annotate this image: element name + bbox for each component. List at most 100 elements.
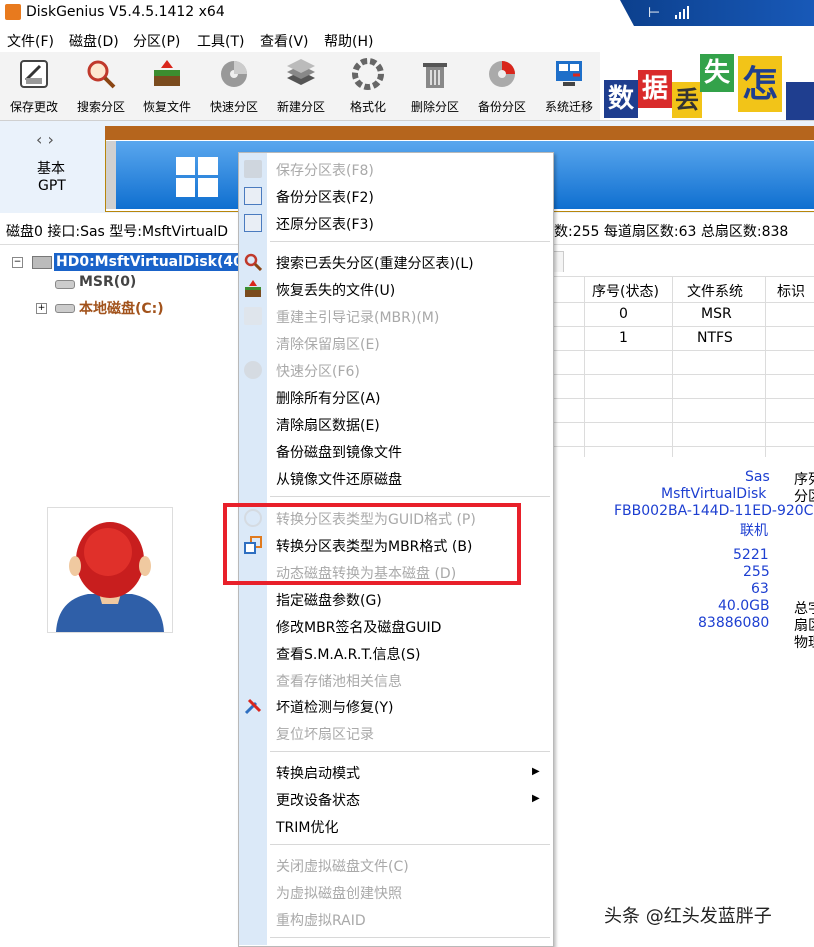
banner-shape: [786, 82, 814, 120]
save-changes-button[interactable]: 保存更改: [1, 52, 67, 118]
menu-item-save-partition-table[interactable]: 保存分区表(F8): [276, 160, 374, 180]
menu-item-search-lost-partitions[interactable]: 搜索已丢失分区(重建分区表)(L): [276, 253, 474, 273]
menu-item-restore-disk-from-image[interactable]: 从镜像文件还原磁盘: [276, 469, 402, 489]
recover-files-button[interactable]: 恢复文件: [134, 52, 200, 118]
detail-total-sectors: 83886080: [698, 615, 770, 631]
delete-partition-button[interactable]: 删除分区: [402, 52, 468, 118]
menu-separator: [270, 844, 550, 845]
menu-item-recover-lost-files[interactable]: 恢复丢失的文件(U): [276, 280, 395, 300]
disk-nav-arrows-icon[interactable]: ‹ ›: [36, 130, 54, 149]
menu-item-restore-partition-table[interactable]: 还原分区表(F3): [276, 214, 374, 234]
table-header-line: [553, 276, 814, 277]
menu-item-reset-bad-sector-record[interactable]: 复位坏扇区记录: [276, 724, 374, 744]
msr-partition-block[interactable]: [106, 141, 116, 209]
row-divider: [553, 374, 814, 375]
detail-model: MsftVirtualDisk: [661, 486, 767, 502]
menu-item-trim-optimize[interactable]: TRIM优化: [276, 817, 339, 837]
column-divider: [672, 277, 673, 457]
detail-guid: FBB002BA-144D-11ED-920C: [614, 503, 814, 519]
partition-map-header: [105, 126, 814, 140]
menu-item-rebuild-mbr[interactable]: 重建主引导记录(MBR)(M): [276, 307, 439, 327]
menu-item-delete-all-partitions[interactable]: 删除所有分区(A): [276, 388, 381, 408]
menu-item-set-disk-parameters[interactable]: 指定磁盘参数(G): [276, 590, 382, 610]
new-partition-button[interactable]: 新建分区: [268, 52, 334, 118]
menu-partition[interactable]: 分区(P): [133, 31, 180, 51]
menu-item-bad-sector-check[interactable]: 坏道检测与修复(Y): [276, 697, 393, 717]
table-row-filesystem: NTFS: [697, 330, 733, 346]
menu-view[interactable]: 查看(V): [260, 31, 309, 51]
tree-partition-c[interactable]: 本地磁盘(C:): [79, 298, 164, 318]
detail-sectors: 63: [751, 581, 769, 597]
search-partition-button[interactable]: 搜索分区: [68, 52, 134, 118]
quick-partition-icon: [221, 61, 247, 87]
menu-item-backup-disk-to-image[interactable]: 备份磁盘到镜像文件: [276, 442, 402, 462]
banner-tile: 丢: [672, 82, 702, 118]
row-divider: [553, 302, 814, 303]
menu-item-modify-mbr-signature[interactable]: 修改MBR签名及磁盘GUID: [276, 617, 441, 637]
windows-logo-icon: [176, 157, 218, 197]
column-divider: [584, 277, 585, 457]
system-migrate-button[interactable]: 系统迁移: [536, 52, 602, 118]
partition-icon: [55, 304, 75, 313]
banner-tile: 怎: [738, 56, 782, 112]
menu-item-close-virtual-disk[interactable]: 关闭虚拟磁盘文件(C): [276, 856, 409, 876]
menu-item-storage-pool-info[interactable]: 查看存储池相关信息: [276, 671, 402, 691]
detail-heads: 255: [743, 564, 770, 580]
menu-help[interactable]: 帮助(H): [324, 31, 373, 51]
backup-partition-button[interactable]: 备份分区: [469, 52, 535, 118]
detail-side-label: 分区: [794, 489, 814, 505]
menu-separator: [270, 241, 550, 242]
column-header-index[interactable]: 序号(状态): [592, 281, 659, 301]
pin-icon[interactable]: ⊢: [648, 5, 660, 21]
banner-tile: 失: [700, 54, 734, 92]
title-decoration: [620, 0, 814, 26]
menu-separator: [270, 937, 550, 938]
partition-icon: [55, 280, 75, 289]
menu-disk[interactable]: 磁盘(D): [69, 31, 119, 51]
recover-icon: [244, 280, 262, 298]
menu-separator: [270, 751, 550, 752]
quick-partition-icon: [244, 361, 262, 379]
quick-partition-button[interactable]: 快速分区: [201, 52, 267, 118]
backup-table-icon: [244, 187, 262, 205]
menu-item-change-device-state[interactable]: 更改设备状态: [276, 790, 360, 810]
format-button[interactable]: 格式化: [335, 52, 401, 118]
menu-item-convert-boot-mode[interactable]: 转换启动模式: [276, 763, 360, 783]
menu-item-virtual-disk-snapshot[interactable]: 为虚拟磁盘创建快照: [276, 883, 402, 903]
table-row-index: 0: [619, 306, 628, 322]
submenu-arrow-icon: ▶: [532, 793, 540, 804]
search-icon: [244, 253, 263, 272]
menu-file[interactable]: 文件(F): [7, 31, 54, 51]
migrate-icon: [556, 61, 582, 86]
detail-interface: Sas: [745, 469, 770, 485]
tree-disk-node[interactable]: HD0:MsftVirtualDisk(40G: [54, 253, 257, 271]
recover-icon: [154, 60, 180, 86]
menu-item-clear-reserved-sectors[interactable]: 清除保留扇区(E): [276, 334, 380, 354]
expand-icon[interactable]: +: [36, 303, 47, 314]
menu-item-quick-partition[interactable]: 快速分区(F6): [276, 361, 360, 381]
search-icon: [87, 60, 116, 89]
watermark: 头条 @红头发蓝胖子: [604, 906, 772, 927]
format-icon: [352, 58, 384, 90]
collapse-icon[interactable]: −: [12, 257, 23, 268]
tree-partition-msr[interactable]: MSR(0): [79, 274, 136, 290]
column-header-filesystem[interactable]: 文件系统: [687, 281, 743, 301]
restore-table-icon: [244, 214, 262, 232]
app-logo-icon: [5, 4, 21, 20]
banner-tile: 据: [638, 70, 672, 108]
table-row-index: 1: [619, 330, 628, 346]
delete-icon: [423, 63, 447, 88]
menu-item-clear-sector-data[interactable]: 清除扇区数据(E): [276, 415, 380, 435]
menu-item-backup-partition-table[interactable]: 备份分区表(F2): [276, 187, 374, 207]
menu-item-view-smart[interactable]: 查看S.M.A.R.T.信息(S): [276, 644, 420, 664]
disk-icon: [32, 256, 52, 269]
column-header-flag[interactable]: 标识: [777, 281, 805, 301]
disk-kind-label: 基本: [37, 161, 65, 177]
row-divider: [553, 446, 814, 447]
ad-banner[interactable]: 数 据 丢 失 怎: [600, 52, 814, 120]
detail-cylinders: 5221: [733, 547, 769, 563]
save-icon: [244, 160, 262, 178]
rebuild-mbr-icon: [244, 307, 262, 325]
menu-tools[interactable]: 工具(T): [197, 31, 244, 51]
menu-item-rebuild-virtual-raid[interactable]: 重构虚拟RAID: [276, 910, 366, 930]
